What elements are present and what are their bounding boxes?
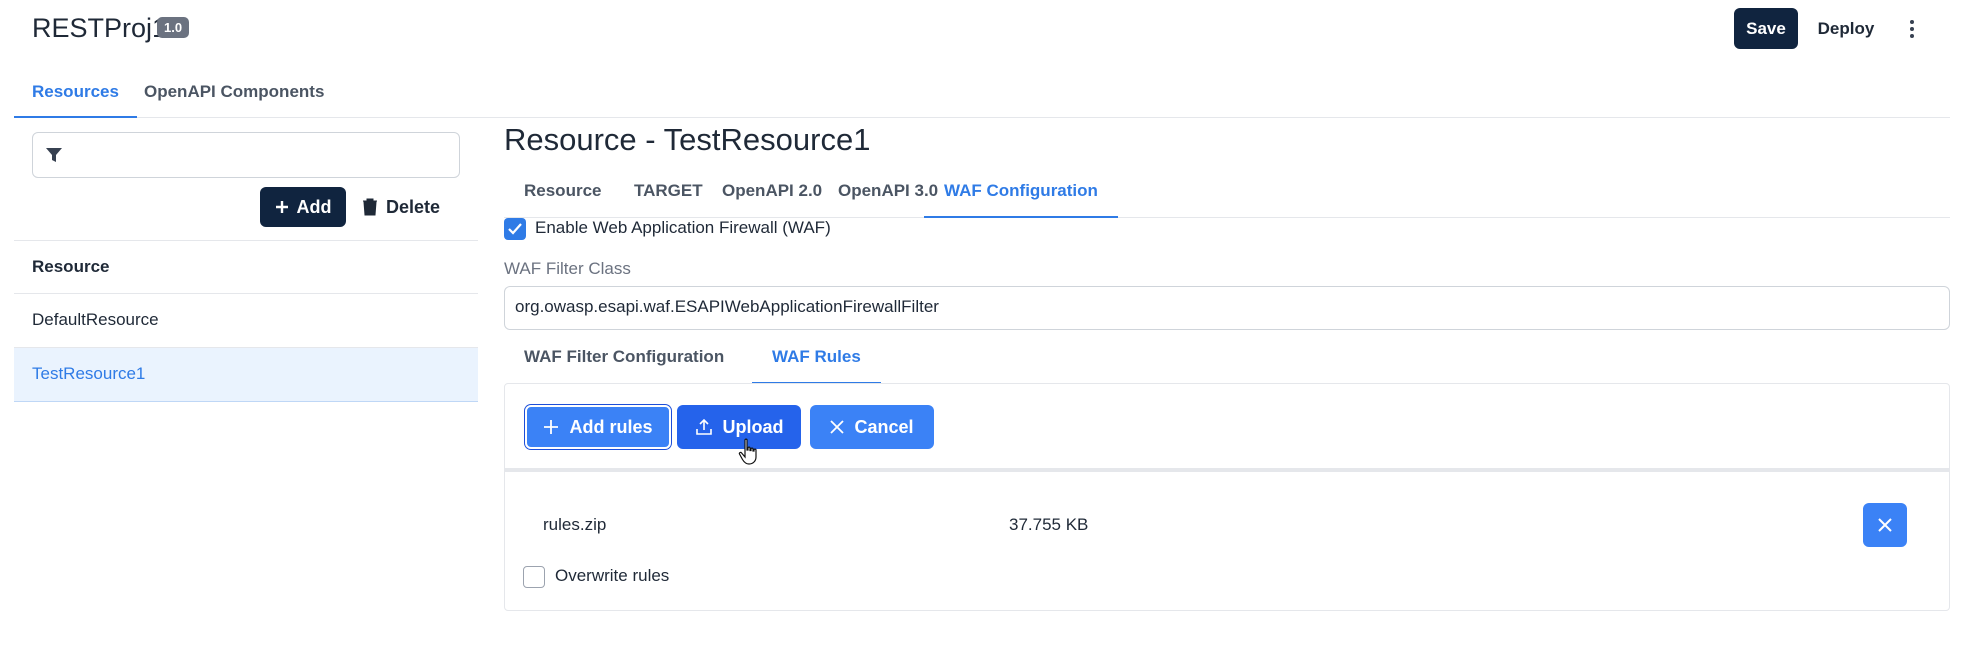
overwrite-rules-label: Overwrite rules bbox=[555, 566, 670, 585]
page-title: Resource - TestResource1 bbox=[504, 122, 871, 157]
close-icon bbox=[830, 420, 845, 434]
resource-list-header: Resource bbox=[14, 240, 478, 294]
tab-resources[interactable]: Resources bbox=[14, 72, 137, 118]
app-header: RESTProj1 1.0 Save Deploy bbox=[0, 0, 1964, 60]
upload-label: Upload bbox=[722, 416, 784, 437]
upload-toolbar: Add rules Upload Cancel bbox=[505, 384, 1949, 472]
overwrite-rules-checkbox[interactable] bbox=[523, 566, 545, 588]
plus-icon bbox=[544, 420, 559, 434]
filter-input[interactable] bbox=[32, 132, 460, 178]
waf-filter-class-label: WAF Filter Class bbox=[504, 259, 631, 278]
top-tabs: Resources OpenAPI Components bbox=[14, 72, 1950, 118]
save-button[interactable]: Save bbox=[1734, 8, 1798, 49]
list-item-default-resource[interactable]: DefaultResource bbox=[14, 294, 478, 348]
resource-sidebar: Add Delete Resource DefaultResource Test… bbox=[14, 118, 478, 652]
add-rules-button[interactable]: Add rules bbox=[525, 405, 671, 449]
waf-enable-checkbox[interactable] bbox=[504, 218, 526, 240]
trash-icon bbox=[363, 198, 377, 216]
waf-inner-tabs: WAF Filter Configuration WAF Rules bbox=[504, 336, 1950, 384]
tab-openapi-components[interactable]: OpenAPI Components bbox=[126, 72, 342, 118]
file-size: 37.755 KB bbox=[1009, 515, 1089, 534]
list-item-test-resource1[interactable]: TestResource1 bbox=[14, 348, 478, 402]
tab-waf-rules[interactable]: WAF Rules bbox=[752, 336, 881, 384]
tab-resource[interactable]: Resource bbox=[504, 170, 621, 218]
delete-resource-button[interactable]: Delete bbox=[362, 187, 462, 227]
plus-icon bbox=[275, 201, 288, 213]
resource-tabs: Resource TARGET OpenAPI 2.0 OpenAPI 3.0 … bbox=[504, 170, 1950, 218]
close-icon bbox=[1878, 518, 1892, 532]
tab-waf-configuration[interactable]: WAF Configuration bbox=[924, 170, 1118, 218]
waf-enable-label: Enable Web Application Firewall (WAF) bbox=[535, 218, 831, 237]
cancel-upload-button[interactable]: Cancel bbox=[810, 405, 934, 449]
waf-rules-upload-panel: Add rules Upload Cancel rules.zip 37.755… bbox=[504, 383, 1950, 611]
tab-waf-filter-configuration[interactable]: WAF Filter Configuration bbox=[504, 336, 744, 384]
check-icon bbox=[508, 223, 522, 235]
file-name: rules.zip bbox=[543, 515, 607, 534]
app-title: RESTProj1 bbox=[32, 13, 168, 43]
upload-icon bbox=[695, 418, 712, 435]
cancel-label: Cancel bbox=[854, 416, 914, 437]
kebab-menu-icon[interactable] bbox=[1898, 14, 1926, 44]
add-rules-label: Add rules bbox=[569, 416, 653, 437]
waf-filter-class-input[interactable]: org.owasp.esapi.waf.ESAPIWebApplicationF… bbox=[504, 286, 1950, 330]
delete-label: Delete bbox=[386, 196, 441, 217]
version-badge: 1.0 bbox=[157, 17, 190, 38]
filter-icon bbox=[46, 148, 62, 162]
deploy-button[interactable]: Deploy bbox=[1808, 8, 1884, 49]
hand-cursor-icon bbox=[738, 438, 757, 465]
add-resource-button[interactable]: Add bbox=[260, 187, 346, 227]
add-label: Add bbox=[296, 196, 332, 217]
remove-file-button[interactable] bbox=[1863, 503, 1907, 547]
